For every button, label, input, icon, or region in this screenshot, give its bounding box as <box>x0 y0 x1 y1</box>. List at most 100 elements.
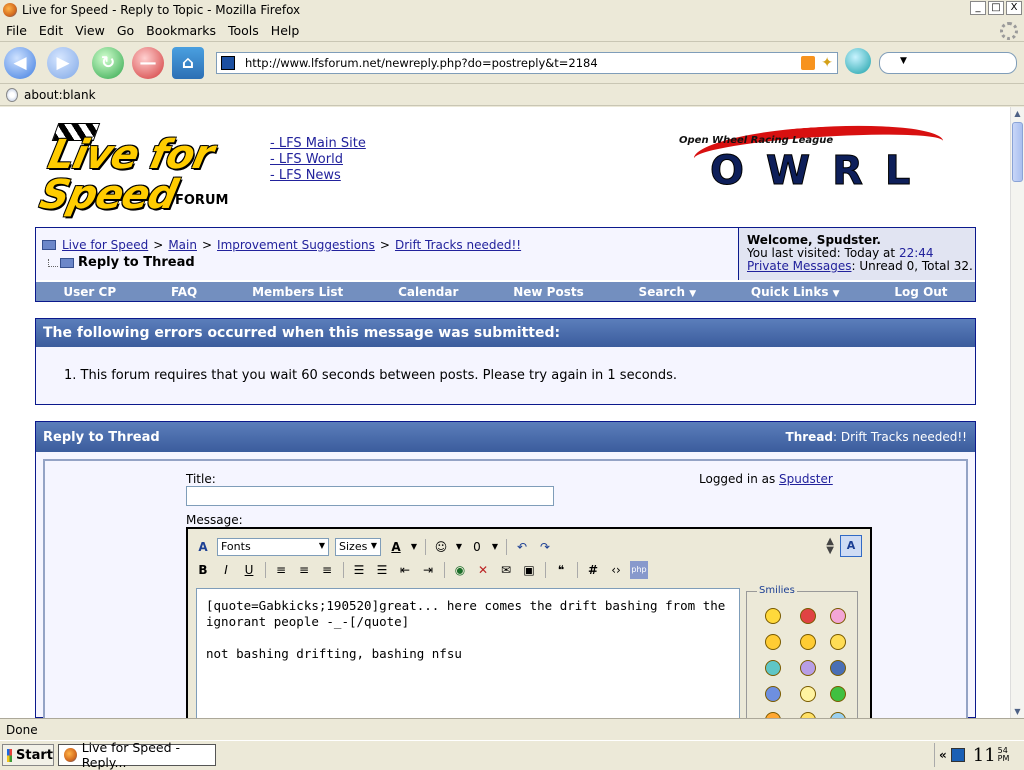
bookmarks-bar: about:blank <box>0 85 1024 106</box>
frown-icon[interactable] <box>830 608 846 624</box>
size-select[interactable]: Sizes ▼ <box>335 538 381 556</box>
align-left-icon[interactable]: ≡ <box>272 561 290 579</box>
breadcrumb-main[interactable]: Main <box>168 238 197 252</box>
eek-icon[interactable] <box>830 660 846 676</box>
smiley-dropdown-icon[interactable]: ▼ <box>455 538 463 556</box>
nav-faq[interactable]: FAQ <box>144 285 225 299</box>
tongue-icon[interactable] <box>765 660 781 676</box>
nav-members-list[interactable]: Members List <box>225 285 371 299</box>
home-button[interactable]: ⌂ <box>172 47 204 79</box>
unordered-list-icon[interactable]: ☰ <box>373 561 391 579</box>
title-input[interactable] <box>186 486 554 506</box>
confused-icon[interactable] <box>800 660 816 676</box>
menu-view[interactable]: View <box>69 23 111 38</box>
insert-email-icon[interactable]: ✉ <box>497 561 515 579</box>
taskbar-item-firefox[interactable]: Live for Speed - Reply... <box>58 740 216 770</box>
font-dropdown-icon: ▼ <box>318 541 325 550</box>
maximize-button[interactable]: □ <box>988 1 1004 15</box>
remove-link-icon[interactable]: ✕ <box>474 561 492 579</box>
go-button[interactable] <box>845 48 871 74</box>
back-button[interactable]: ◀ <box>4 47 36 79</box>
mad-icon[interactable] <box>800 608 816 624</box>
nav-quick-links[interactable]: Quick Links ▼ <box>724 285 867 299</box>
smilies-panel: Smilies <box>746 585 858 718</box>
menu-file[interactable]: File <box>0 23 33 38</box>
quote-icon[interactable]: ❝ <box>552 561 570 579</box>
network-icon[interactable] <box>950 748 965 762</box>
breadcrumb-drift-tracks[interactable]: Drift Tracks needed!! <box>395 238 521 252</box>
ordered-list-icon[interactable]: ☰ <box>350 561 368 579</box>
nav-log-out[interactable]: Log Out <box>867 285 975 299</box>
reload-button[interactable]: ↻ <box>92 47 124 79</box>
search-input[interactable]: ▼ <box>879 52 1017 74</box>
user-link[interactable]: Spudster <box>779 472 833 486</box>
menu-help[interactable]: Help <box>265 23 306 38</box>
menu-go[interactable]: Go <box>111 23 140 38</box>
forward-button[interactable]: ▶ <box>47 47 79 79</box>
rss-feed-icon[interactable] <box>801 56 815 70</box>
menu-tools[interactable]: Tools <box>222 23 265 38</box>
owrl-banner[interactable]: Open Wheel Racing League OWRL <box>675 118 950 192</box>
address-url[interactable]: http://www.lfsforum.net/newreply.php?do=… <box>245 56 598 70</box>
color-dropdown-icon[interactable]: ▼ <box>410 538 418 556</box>
breadcrumb-improvement-suggestions[interactable]: Improvement Suggestions <box>217 238 375 252</box>
close-button[interactable]: X <box>1006 1 1022 15</box>
align-right-icon[interactable]: ≡ <box>318 561 336 579</box>
italic-icon[interactable]: I <box>217 561 235 579</box>
scroll-down-icon[interactable]: ▼ <box>1011 705 1024 718</box>
nav-search[interactable]: Search ▼ <box>611 285 723 299</box>
link-lfs-main-site[interactable]: - LFS Main Site <box>270 136 366 152</box>
error-heading: The following errors occurred when this … <box>36 319 975 347</box>
private-messages-link[interactable]: Private Messages <box>747 259 852 273</box>
cool-icon[interactable] <box>800 634 816 650</box>
nav-user-cp[interactable]: User CP <box>36 285 144 299</box>
biggrin-icon[interactable] <box>800 686 816 702</box>
redo-icon[interactable]: ↷ <box>536 538 554 556</box>
underline-icon[interactable]: U <box>240 561 258 579</box>
breadcrumb-live-for-speed[interactable]: Live for Speed <box>62 238 148 252</box>
smile-icon[interactable] <box>765 608 781 624</box>
indent-icon[interactable]: ⇥ <box>419 561 437 579</box>
address-bar[interactable]: http://www.lfsforum.net/newreply.php?do=… <box>216 52 838 74</box>
redface-icon[interactable] <box>765 634 781 650</box>
thumbsup-icon[interactable] <box>765 686 781 702</box>
scroll-up-icon[interactable]: ▲ <box>1011 107 1024 120</box>
align-center-icon[interactable]: ≡ <box>295 561 313 579</box>
tray-expand-icon[interactable]: « <box>939 748 947 762</box>
idea-icon[interactable] <box>830 634 846 650</box>
resize-arrows-icon[interactable]: ▲ ▼ <box>826 537 834 556</box>
code-hash-icon[interactable]: # <box>584 561 602 579</box>
stop-button[interactable]: — <box>132 47 164 79</box>
attach-dropdown-icon[interactable]: ▼ <box>491 538 499 556</box>
text-color-icon[interactable]: A <box>387 538 405 556</box>
search-engine-dropdown-icon[interactable]: ▼ <box>900 56 907 66</box>
scroll-thumb[interactable] <box>1012 122 1023 182</box>
smiley-insert-icon[interactable]: ☺ <box>432 538 450 556</box>
bold-icon[interactable]: B <box>194 561 212 579</box>
message-textarea[interactable]: [quote=Gabkicks;190520]great... here com… <box>196 588 740 718</box>
nav-new-posts[interactable]: New Posts <box>486 285 611 299</box>
menu-bookmarks[interactable]: Bookmarks <box>140 23 222 38</box>
bookmark-about-blank[interactable]: about:blank <box>24 88 96 102</box>
outdent-icon[interactable]: ⇤ <box>396 561 414 579</box>
font-select[interactable]: Fonts ▼ <box>217 538 329 556</box>
nav-calendar[interactable]: Calendar <box>371 285 486 299</box>
attach-icon[interactable]: 0 <box>468 538 486 556</box>
lfs-forum-logo[interactable]: Live for Speed FORUM <box>35 123 263 218</box>
vertical-scrollbar[interactable]: ▲ ▼ <box>1010 107 1024 718</box>
minimize-button[interactable]: _ <box>970 1 986 15</box>
php-code-icon[interactable]: php <box>630 561 648 579</box>
html-code-icon[interactable]: ‹› <box>607 561 625 579</box>
bookmark-star-icon[interactable]: ✦ <box>821 55 833 71</box>
sick-icon[interactable] <box>830 686 846 702</box>
link-lfs-news[interactable]: - LFS News <box>270 168 366 184</box>
menu-edit[interactable]: Edit <box>33 23 69 38</box>
undo-icon[interactable]: ↶ <box>513 538 531 556</box>
switch-mode-icon[interactable]: A <box>840 535 862 557</box>
insert-link-icon[interactable]: ◉ <box>451 561 469 579</box>
toolbar-divider <box>425 539 426 555</box>
remove-format-icon[interactable]: A <box>194 538 212 556</box>
start-button[interactable]: Start <box>2 744 54 766</box>
link-lfs-world[interactable]: - LFS World <box>270 152 366 168</box>
insert-image-icon[interactable]: ▣ <box>520 561 538 579</box>
